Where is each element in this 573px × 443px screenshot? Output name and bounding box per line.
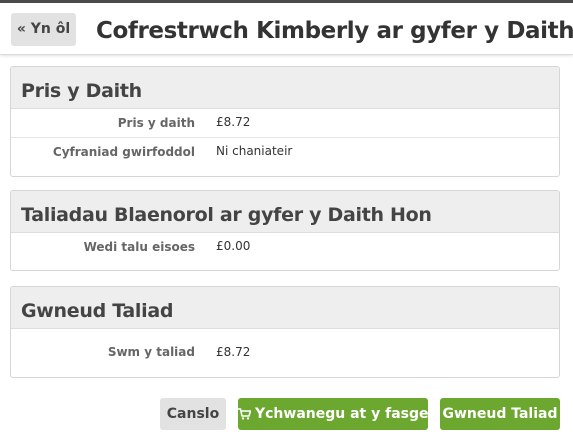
add-to-basket-button[interactable]: Ychwanegu at y fasged: [238, 398, 439, 430]
make-payment-panel: Gwneud Taliad Swm y taliad £8.72: [10, 286, 560, 378]
trip-price-row: Pris y daith £8.72: [11, 109, 559, 138]
shopping-cart-icon: [238, 408, 251, 420]
already-paid-label: Wedi talu eisoes: [83, 240, 195, 254]
previous-payments-heading: Taliadau Blaenorol ar gyfer y Daith Hon: [11, 191, 559, 233]
back-button[interactable]: « Yn ôl: [11, 13, 76, 46]
trip-price-heading: Pris y Daith: [11, 67, 559, 109]
payment-amount-label: Swm y taliad: [107, 345, 195, 359]
payment-amount-row: Swm y taliad £8.72: [11, 329, 559, 377]
voluntary-contribution-value: Ni chaniateir: [216, 144, 293, 158]
payment-amount-value: £8.72: [216, 345, 251, 359]
add-to-basket-label: Ychwanegu at y fasged: [255, 406, 439, 422]
already-paid-value: £0.00: [216, 239, 251, 253]
already-paid-row: Wedi talu eisoes £0.00: [11, 233, 559, 270]
voluntary-contribution-label: Cyfraniad gwirfoddol: [52, 145, 195, 159]
voluntary-contribution-row: Cyfraniad gwirfoddol Ni chaniateir: [11, 138, 559, 176]
cancel-button[interactable]: Canslo: [160, 398, 226, 430]
trip-price-panel: Pris y Daith Pris y daith £8.72 Cyfrania…: [10, 66, 560, 177]
trip-price-value: £8.72: [216, 115, 251, 129]
page-title: Cofrestrwch Kimberly ar gyfer y Daith: [96, 18, 573, 44]
previous-payments-panel: Taliadau Blaenorol ar gyfer y Daith Hon …: [10, 190, 560, 271]
make-payment-heading: Gwneud Taliad: [11, 287, 559, 329]
make-payment-button[interactable]: Gwneud Taliad: [440, 398, 560, 430]
top-bar: « Yn ôl Cofrestrwch Kimberly ar gyfer y …: [0, 0, 573, 55]
trip-price-label: Pris y daith: [117, 116, 195, 130]
